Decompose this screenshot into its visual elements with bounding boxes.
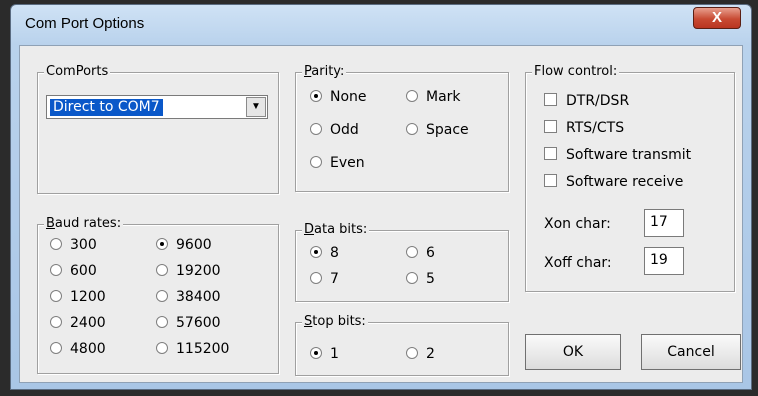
- data-bits-label: Data bits:: [302, 222, 370, 237]
- radio-selected-icon: [310, 347, 322, 359]
- baud-57600-radio[interactable]: 57600: [156, 315, 221, 331]
- checkbox-icon: [544, 174, 557, 187]
- software-receive-checkbox[interactable]: Software receive: [544, 174, 683, 190]
- software-transmit-checkbox[interactable]: Software transmit: [544, 147, 691, 163]
- radio-icon: [50, 238, 62, 250]
- close-button[interactable]: X: [693, 7, 741, 29]
- radio-icon: [50, 290, 62, 302]
- stop-bits-1-radio[interactable]: 1: [310, 346, 339, 362]
- radio-icon: [406, 246, 418, 258]
- radio-icon: [50, 316, 62, 328]
- baud-38400-radio[interactable]: 38400: [156, 289, 221, 305]
- baud-115200-radio[interactable]: 115200: [156, 341, 229, 357]
- rts-cts-checkbox[interactable]: RTS/CTS: [544, 120, 624, 136]
- baud-4800-radio[interactable]: 4800: [50, 341, 106, 357]
- data-bits-6-radio[interactable]: 6: [406, 245, 435, 261]
- data-bits-group: Data bits: 8 6 7 5: [295, 222, 509, 302]
- baud-300-radio[interactable]: 300: [50, 237, 97, 253]
- dtr-dsr-checkbox[interactable]: DTR/DSR: [544, 93, 629, 109]
- radio-icon: [50, 342, 62, 354]
- parity-space-radio[interactable]: Space: [406, 122, 469, 138]
- radio-icon: [406, 272, 418, 284]
- baud-9600-radio[interactable]: 9600: [156, 237, 212, 253]
- radio-icon: [406, 90, 418, 102]
- dialog-window: Com Port Options X ComPorts Direct to CO…: [0, 0, 758, 396]
- xon-char-input[interactable]: 17: [644, 209, 684, 237]
- radio-icon: [50, 264, 62, 276]
- parity-odd-radio[interactable]: Odd: [310, 122, 359, 138]
- radio-selected-icon: [310, 90, 322, 102]
- chevron-down-icon[interactable]: ▼: [246, 97, 266, 117]
- radio-icon: [156, 264, 168, 276]
- checkbox-icon: [544, 120, 557, 133]
- radio-icon: [156, 290, 168, 302]
- data-bits-5-radio[interactable]: 5: [406, 271, 435, 287]
- radio-selected-icon: [156, 238, 168, 250]
- radio-icon: [156, 316, 168, 328]
- flow-control-label: Flow control:: [532, 64, 620, 79]
- window-title: Com Port Options: [25, 15, 145, 32]
- flow-control-group: Flow control: DTR/DSR RTS/CTS Software t…: [525, 64, 735, 292]
- xoff-char-input[interactable]: 19: [644, 247, 684, 275]
- radio-icon: [156, 342, 168, 354]
- baud-600-radio[interactable]: 600: [50, 263, 97, 279]
- parity-none-radio[interactable]: None: [310, 89, 367, 105]
- baud-rates-group: Baud rates: 300 9600 600 19200 1200 3840…: [37, 216, 279, 374]
- stop-bits-group: Stop bits: 1 2: [295, 314, 509, 376]
- comports-group: ComPorts Direct to COM7 ▼: [37, 64, 279, 194]
- radio-icon: [310, 272, 322, 284]
- parity-mark-radio[interactable]: Mark: [406, 89, 461, 105]
- comport-select[interactable]: Direct to COM7 ▼: [46, 95, 268, 119]
- cancel-button[interactable]: Cancel: [641, 334, 741, 370]
- stop-bits-2-radio[interactable]: 2: [406, 346, 435, 362]
- checkbox-icon: [544, 93, 557, 106]
- radio-icon: [406, 347, 418, 359]
- radio-icon: [406, 123, 418, 135]
- baud-19200-radio[interactable]: 19200: [156, 263, 221, 279]
- baud-rates-label: Baud rates:: [44, 216, 124, 231]
- stop-bits-label: Stop bits:: [302, 314, 368, 329]
- window-frame: Com Port Options X ComPorts Direct to CO…: [10, 4, 752, 390]
- comports-label: ComPorts: [44, 64, 111, 79]
- xon-label: Xon char:: [544, 216, 611, 232]
- title-bar[interactable]: Com Port Options X: [11, 5, 751, 41]
- radio-icon: [310, 123, 322, 135]
- radio-selected-icon: [310, 246, 322, 258]
- dialog-body: ComPorts Direct to COM7 ▼ Parity: None M…: [19, 45, 743, 383]
- parity-even-radio[interactable]: Even: [310, 155, 365, 171]
- baud-1200-radio[interactable]: 1200: [50, 289, 106, 305]
- data-bits-7-radio[interactable]: 7: [310, 271, 339, 287]
- data-bits-8-radio[interactable]: 8: [310, 245, 339, 261]
- checkbox-icon: [544, 147, 557, 160]
- ok-button[interactable]: OK: [525, 334, 621, 370]
- xoff-label: Xoff char:: [544, 255, 612, 271]
- parity-group: Parity: None Mark Odd Space Even: [295, 64, 509, 192]
- parity-label: Parity:: [302, 64, 347, 79]
- radio-icon: [310, 156, 322, 168]
- close-icon: X: [711, 9, 722, 26]
- baud-2400-radio[interactable]: 2400: [50, 315, 106, 331]
- comport-selected-value: Direct to COM7: [50, 99, 163, 116]
